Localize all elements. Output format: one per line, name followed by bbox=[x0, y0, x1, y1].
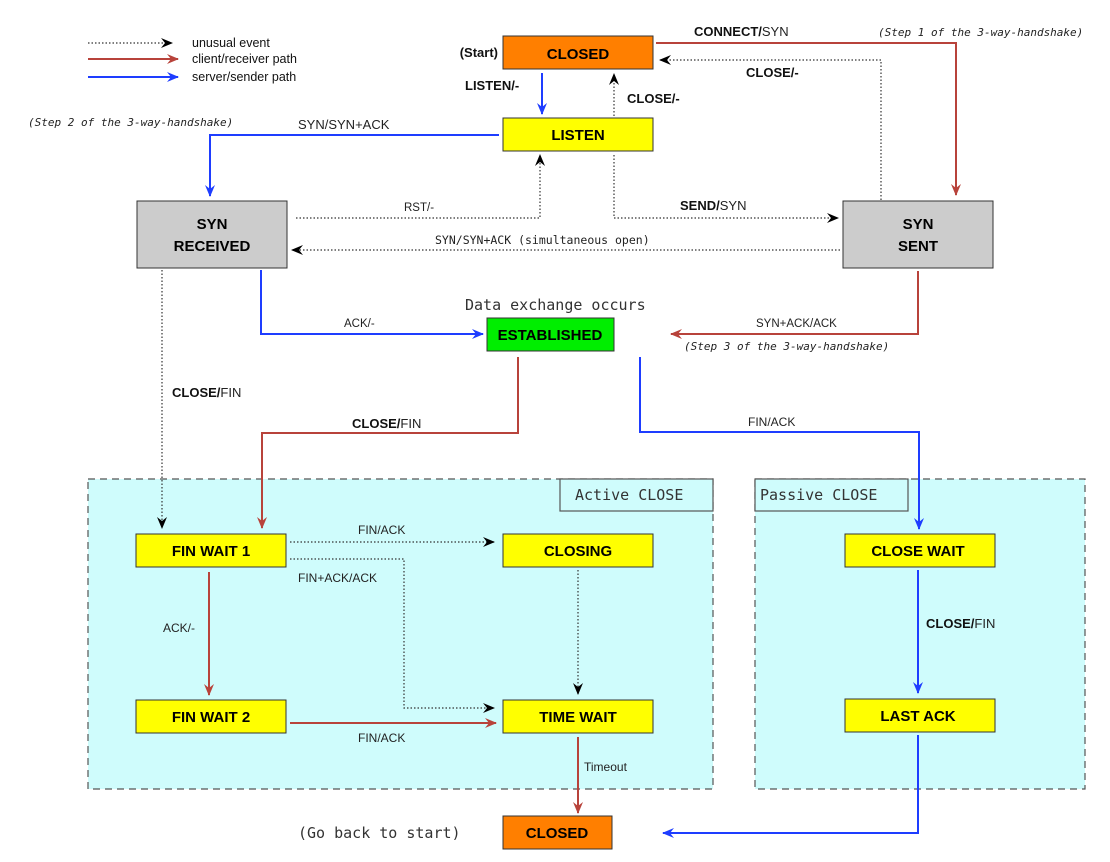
legend-label-unusual: unusual event bbox=[192, 36, 270, 50]
state-established[interactable]: ESTABLISHED bbox=[486, 317, 615, 352]
label-connect-syn: CONNECT/SYN bbox=[694, 24, 789, 39]
passive-close-label: Passive CLOSE bbox=[760, 486, 877, 504]
label-finwait2-fin-ack: FIN/ACK bbox=[358, 731, 405, 745]
state-syn-sent-label-1: SYN bbox=[903, 216, 934, 233]
state-close-wait-label: CLOSE WAIT bbox=[871, 543, 964, 560]
label-synsent-close: CLOSE/- bbox=[746, 65, 799, 80]
label-timeout: Timeout bbox=[584, 760, 628, 774]
state-syn-sent[interactable]: SYN SENT bbox=[842, 200, 994, 269]
state-established-label: ESTABLISHED bbox=[498, 327, 603, 344]
state-last-ack[interactable]: LAST ACK bbox=[844, 698, 996, 733]
state-fin-wait-2-label: FIN WAIT 2 bbox=[172, 709, 250, 726]
label-send-syn: SEND/SYN bbox=[680, 198, 746, 213]
go-back-annotation: (Go back to start) bbox=[298, 824, 461, 842]
state-close-wait[interactable]: CLOSE WAIT bbox=[844, 533, 996, 568]
edge-connect-syn bbox=[656, 42, 961, 196]
label-rst: RST/- bbox=[404, 202, 434, 214]
state-time-wait-label: TIME WAIT bbox=[539, 709, 617, 726]
label-simultaneous-open: SYN/SYN+ACK (simultaneous open) bbox=[435, 233, 650, 247]
state-fin-wait-2[interactable]: FIN WAIT 2 bbox=[135, 699, 287, 734]
legend-label-server: server/sender path bbox=[192, 70, 296, 84]
state-closed-top-label: CLOSED bbox=[547, 46, 610, 63]
state-fin-wait-1-label: FIN WAIT 1 bbox=[172, 543, 250, 560]
step1-annotation: (Step 1 of the 3-way-handshake) bbox=[878, 26, 1083, 39]
data-exchange-annotation: Data exchange occurs bbox=[465, 296, 646, 314]
label-finwait1-fin-ack: FIN/ACK bbox=[358, 523, 405, 537]
tcp-state-diagram: Active CLOSE Passive CLOSE unusual event… bbox=[28, 24, 1086, 850]
label-listen: LISTEN/- bbox=[465, 78, 519, 93]
label-finwait1-ack: ACK/- bbox=[163, 621, 195, 635]
active-close-label: Active CLOSE bbox=[575, 486, 683, 504]
legend: unusual event client/receiver path serve… bbox=[88, 36, 297, 84]
state-fin-wait-1[interactable]: FIN WAIT 1 bbox=[135, 533, 287, 568]
state-closing[interactable]: CLOSING bbox=[502, 533, 654, 568]
legend-label-client: client/receiver path bbox=[192, 52, 297, 66]
start-annotation: (Start) bbox=[460, 45, 498, 60]
label-listen-close: CLOSE/- bbox=[627, 91, 680, 106]
state-syn-sent-label-2: SENT bbox=[898, 238, 938, 255]
label-established-fin-ack: FIN/ACK bbox=[748, 415, 795, 429]
state-syn-received-label-2: RECEIVED bbox=[174, 238, 251, 255]
state-closing-label: CLOSING bbox=[544, 543, 612, 560]
state-closed-top[interactable]: CLOSED bbox=[502, 35, 654, 70]
step3-annotation: (Step 3 of the 3-way-handshake) bbox=[684, 340, 889, 353]
label-closewait-close-fin: CLOSE/FIN bbox=[926, 616, 995, 631]
label-finack-ack: FIN+ACK/ACK bbox=[298, 571, 377, 585]
edge-syn-synack bbox=[205, 134, 499, 197]
state-listen[interactable]: LISTEN bbox=[502, 117, 654, 152]
state-time-wait[interactable]: TIME WAIT bbox=[502, 699, 654, 734]
state-last-ack-label: LAST ACK bbox=[880, 708, 955, 725]
state-listen-label: LISTEN bbox=[551, 127, 604, 144]
label-synack-ack: SYN+ACK/ACK bbox=[756, 318, 837, 330]
state-closed-bottom-label: CLOSED bbox=[526, 825, 589, 842]
state-closed-bottom[interactable]: CLOSED bbox=[502, 815, 613, 850]
label-ack-established: ACK/- bbox=[344, 318, 375, 330]
label-syn-synack: SYN/SYN+ACK bbox=[298, 117, 390, 132]
step2-annotation: (Step 2 of the 3-way-handshake) bbox=[28, 116, 233, 129]
label-established-close-fin: CLOSE/FIN bbox=[352, 416, 421, 431]
edge-synsent-close bbox=[659, 55, 882, 200]
state-syn-received-label-1: SYN bbox=[197, 216, 228, 233]
label-synrcvd-close-fin: CLOSE/FIN bbox=[172, 385, 241, 400]
state-syn-received[interactable]: SYN RECEIVED bbox=[136, 200, 288, 269]
